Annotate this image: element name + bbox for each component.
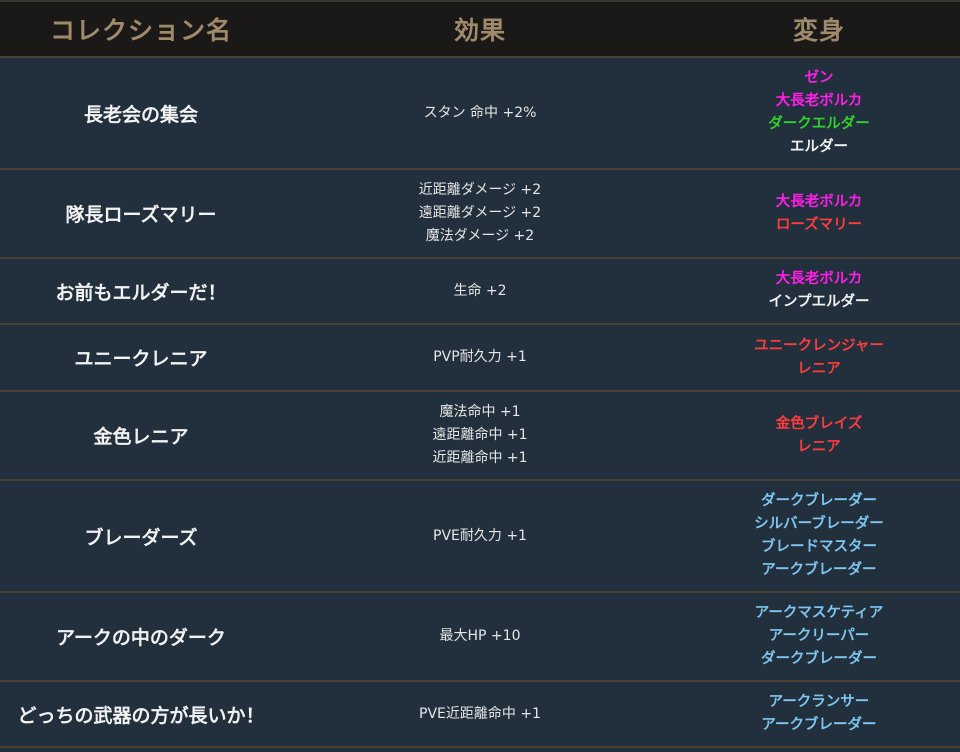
collection-name: アークの中のダーク: [56, 627, 226, 649]
transform-item: ローズマリー: [775, 216, 863, 233]
transform-item: アークブレーダー: [761, 717, 877, 733]
header-transform: 変身: [792, 16, 845, 45]
effect-item: PVE近距離命中 +1: [419, 705, 541, 722]
transform-item: アークリーパー: [768, 628, 870, 644]
transform-list: 大長老ボルカ ローズマリー: [678, 191, 960, 237]
header-effect: 効果: [453, 16, 506, 45]
collection-name: お前もエルダーだ！: [55, 281, 227, 304]
table-row: ブレーダーズ PVE耐久力 +1 ダークブレーダー シルバーブレーダー ブレードマスター…: [0, 481, 960, 593]
transform-item: ブレードマスター: [761, 539, 877, 555]
effect-item: 魔法命中 +1: [439, 404, 521, 420]
transform-item: 大長老ボルカ: [775, 93, 863, 109]
transform-item: ゼン: [804, 70, 834, 86]
effect-item: 近距離ダメージ +2: [418, 182, 542, 198]
effect-list: PVE耐久力 +1: [282, 525, 678, 548]
effect-item: 遠距離ダメージ +2: [418, 205, 542, 221]
transform-item: 大長老ボルカ: [775, 193, 863, 210]
effect-item: スタン 命中 +2%: [423, 104, 537, 121]
transform-list: ダークブレーダー シルバーブレーダー ブレードマスター アークブレーダー: [678, 490, 960, 582]
transform-list: ユニークレンジャー レニア: [678, 335, 960, 381]
transform-item: レニア: [797, 360, 841, 377]
table-body: 長老会の集会 スタン 命中 +2% ゼン大長老ボルカ ダークエルダー エルダー隊長ローズ…: [0, 58, 960, 748]
effect-list: スタン 命中 +2%: [282, 102, 678, 125]
table-row: 隊長ローズマリー 近距離ダメージ +2 遠距離ダメージ +2 魔法ダメージ +2 大長老…: [0, 170, 960, 259]
table-row: どっちの武器の方が長いか！ PVE近距離命中 +1 アークランサー アークブレーダー: [0, 682, 960, 748]
transform-item: エルダー: [790, 139, 848, 155]
table-header: コレクション名 効果 変身: [0, 0, 960, 58]
effect-item: 遠距離命中 +1: [432, 427, 528, 443]
transform-list: 金色ブレイズ レニア: [678, 413, 960, 459]
table-row: アークの中のダーク 最大HP +10 アークマスケティア アークリーパー ダークブレーダ…: [0, 593, 960, 682]
transform-item: ダークエルダー: [768, 116, 870, 132]
effect-list: 生命 +2: [282, 280, 678, 303]
collection-name: ユニークレニア: [74, 348, 208, 370]
effect-item: 近距離命中 +1: [432, 450, 528, 466]
effect-item: 魔法ダメージ +2: [425, 228, 535, 244]
effect-list: 魔法命中 +1 遠距離命中 +1 近距離命中 +1: [282, 401, 678, 470]
effect-list: PVE近距離命中 +1: [282, 703, 678, 726]
collection-name: 長老会の集会: [83, 103, 198, 126]
transform-item: アークブレーダー: [761, 562, 877, 578]
table-row: ユニークレニア PVP耐久力 +1 ユニークレンジャー レニア: [0, 325, 960, 392]
transform-item: ダークブレーダー: [761, 651, 877, 667]
transform-item: 大長老ボルカ: [775, 271, 863, 287]
transform-item: アークマスケティア: [754, 605, 884, 621]
collection-name: 隊長ローズマリー: [65, 204, 217, 226]
transform-item: 金色ブレイズ: [775, 415, 863, 432]
table-row: 長老会の集会 スタン 命中 +2% ゼン大長老ボルカ ダークエルダー エルダー: [0, 58, 960, 170]
transform-list: ゼン大長老ボルカ ダークエルダー エルダー: [678, 67, 960, 159]
table-row: 金色レニア 魔法命中 +1 遠距離命中 +1 近距離命中 +1 金色ブレイズ レニア: [0, 392, 960, 481]
effect-list: 近距離ダメージ +2 遠距離ダメージ +2 魔法ダメージ +2: [282, 179, 678, 248]
transform-item: ユニークレンジャー: [754, 337, 884, 354]
transform-list: 大長老ボルカ インプエルダー: [678, 268, 960, 314]
header-collection-name: コレクション名: [49, 16, 232, 45]
collection-name: 金色レニア: [93, 426, 189, 448]
effect-item: PVP耐久力 +1: [433, 349, 527, 365]
effect-item: PVE耐久力 +1: [433, 527, 527, 544]
collection-table: コレクション名 効果 変身 長老会の集会 スタン 命中 +2% ゼン 大長老ボルカ ダー…: [0, 0, 960, 752]
transform-item: レニア: [797, 438, 841, 455]
effect-item: 生命 +2: [453, 282, 507, 299]
collection-name: ブレーダーズ: [84, 526, 198, 549]
transform-item: インプエルダー: [768, 294, 870, 310]
transform-item: アークランサー: [768, 694, 870, 710]
collection-name: どっちの武器の方が長いか！: [17, 704, 265, 727]
transform-item: ダークブレーダー: [761, 493, 877, 509]
table-row: お前もエルダーだ！ 生命 +2 大長老ボルカ インプエルダー: [0, 259, 960, 325]
effect-list: PVP耐久力 +1: [282, 346, 678, 369]
transform-item: シルバーブレーダー: [754, 516, 884, 532]
effect-item: 最大HP +10: [439, 628, 521, 644]
effect-list: 最大HP +10: [282, 625, 678, 648]
transform-list: アークマスケティア アークリーパー ダークブレーダー: [678, 602, 960, 671]
transform-list: アークランサー アークブレーダー: [678, 691, 960, 737]
